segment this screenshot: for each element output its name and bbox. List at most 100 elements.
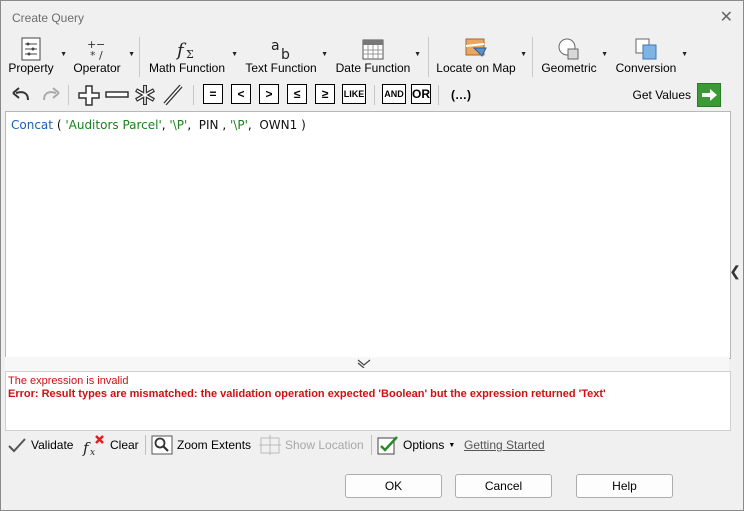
expression-text: Concat ( 'Auditors Parcel', '\P', PIN , …: [11, 118, 306, 132]
divide-button[interactable]: [160, 84, 186, 106]
svg-text:x: x: [90, 448, 95, 456]
operator-button[interactable]: + − * / Operator ▼: [69, 33, 135, 79]
text-function-icon: ab: [271, 38, 290, 62]
validation-error: Error: Result types are mismatched: the …: [8, 388, 606, 400]
validate-button[interactable]: Validate: [7, 433, 73, 457]
chevron-down-icon[interactable]: ▼: [231, 51, 238, 58]
property-list-icon: [21, 37, 41, 61]
parentheses-button[interactable]: (…): [447, 84, 475, 106]
svg-text:Σ: Σ: [186, 48, 194, 61]
options-button[interactable]: Options ▼: [377, 433, 455, 457]
and-button[interactable]: AND: [382, 84, 406, 104]
plus-button[interactable]: [76, 84, 102, 106]
conversion-icon: [635, 38, 657, 60]
chevron-down-icon[interactable]: ▼: [520, 51, 527, 58]
like-button[interactable]: LIKE: [342, 84, 366, 104]
slash-icon: [163, 84, 183, 106]
geometric-icon: [558, 38, 579, 60]
expression-paren: (: [56, 118, 62, 132]
clear-button[interactable]: fx Clear: [82, 433, 139, 457]
text-function-label: Text Function: [245, 61, 317, 75]
toolbar-divider: [193, 85, 194, 105]
math-function-icon: fΣ: [175, 40, 194, 61]
zoom-icon: [151, 435, 173, 455]
panel-splitter[interactable]: [5, 357, 729, 371]
greater-than-button[interactable]: >: [259, 84, 279, 104]
chevron-down-icon[interactable]: ▼: [128, 51, 135, 58]
expression-field-arg: OWN1: [259, 118, 298, 132]
equals-button[interactable]: =: [203, 84, 223, 104]
arrow-right-icon: [697, 83, 721, 107]
help-button[interactable]: Help: [576, 474, 673, 498]
less-equal-button[interactable]: ≤: [287, 84, 307, 104]
chevron-down-icon: ▼: [448, 441, 456, 449]
toolbar-divider: [371, 435, 372, 455]
bottom-toolbar: Validate fx Clear Zoom Extents Show Loca…: [1, 431, 743, 459]
clear-label: Clear: [110, 438, 139, 452]
validation-status: The expression is invalid: [8, 375, 129, 387]
ribbon-divider: [139, 37, 140, 77]
text-function-button[interactable]: ab Text Function ▼: [244, 33, 328, 79]
toolbar-divider: [68, 85, 69, 105]
expression-editor[interactable]: Concat ( 'Auditors Parcel', '\P', PIN , …: [5, 111, 731, 359]
close-icon[interactable]: ✕: [720, 7, 733, 27]
show-location-button[interactable]: Show Location: [259, 433, 364, 457]
date-function-button[interactable]: Date Function ▼: [335, 33, 421, 79]
getting-started-link[interactable]: Getting Started: [464, 433, 545, 457]
expand-side-panel-icon[interactable]: ❮: [729, 263, 741, 280]
chevron-down-icon[interactable]: ▼: [601, 51, 608, 58]
dialog-button-row: OK Cancel Help: [1, 459, 743, 509]
options-check-icon: [377, 436, 398, 455]
title-bar: Create Query ✕: [1, 1, 743, 33]
expression-field-arg: PIN: [198, 118, 219, 132]
chevron-down-icon[interactable]: ▼: [414, 51, 421, 58]
expression-paren: ): [301, 118, 306, 132]
geometric-button[interactable]: Geometric ▼: [540, 33, 608, 79]
ribbon-divider: [532, 37, 533, 77]
dialog-title: Create Query: [12, 11, 85, 25]
toolbar-divider: [374, 85, 375, 105]
greater-equal-button[interactable]: ≥: [315, 84, 335, 104]
multiply-button[interactable]: [132, 84, 158, 106]
locate-on-map-label: Locate on Map: [436, 61, 516, 75]
date-function-label: Date Function: [335, 61, 411, 75]
locate-on-map-button[interactable]: Locate on Map ▼: [435, 33, 527, 79]
conversion-button[interactable]: Conversion ▼: [614, 33, 688, 79]
chevron-down-icon[interactable]: ▼: [321, 51, 328, 58]
expression-function: Concat: [11, 118, 53, 132]
minus-icon: [105, 91, 129, 98]
or-button[interactable]: OR: [411, 84, 431, 104]
toolbar-divider: [438, 85, 439, 105]
expression-string-arg: '\P': [169, 118, 188, 132]
property-button[interactable]: Property ▼: [5, 33, 67, 79]
expression-string-arg: 'Auditors Parcel': [65, 118, 162, 132]
calendar-icon: [362, 39, 384, 60]
chevron-down-icon[interactable]: ▼: [681, 51, 688, 58]
property-label: Property: [8, 61, 54, 75]
checkmark-icon: [8, 438, 26, 453]
cancel-button[interactable]: Cancel: [455, 474, 552, 498]
chevron-down-icon[interactable]: ▼: [60, 51, 67, 58]
expression-string-arg: '\P': [229, 118, 248, 132]
redo-button[interactable]: [39, 84, 63, 106]
ok-button[interactable]: OK: [345, 474, 442, 498]
geometric-label: Geometric: [541, 61, 597, 75]
get-values-button[interactable]: Get Values: [633, 83, 721, 107]
operator-label: Operator: [73, 61, 121, 75]
chevron-down-icon[interactable]: [357, 358, 371, 368]
function-ribbon: Property ▼ + − * / Operator ▼ fΣ Math Funct…: [1, 33, 743, 81]
operator-icon: + −* /: [87, 38, 105, 62]
less-than-button[interactable]: <: [231, 84, 251, 104]
zoom-extents-label: Zoom Extents: [177, 438, 252, 452]
math-function-button[interactable]: fΣ Math Function ▼: [146, 33, 238, 79]
operator-toolbar: = < > ≤ ≥ LIKE AND OR (…) Get Values: [1, 81, 743, 109]
svg-text:b: b: [281, 47, 290, 62]
svg-text:a: a: [271, 38, 280, 54]
plus-icon: [78, 85, 100, 106]
minus-button[interactable]: [104, 84, 130, 106]
asterisk-icon: [135, 85, 155, 105]
conversion-label: Conversion: [615, 61, 677, 75]
undo-button[interactable]: [9, 84, 33, 106]
zoom-extents-button[interactable]: Zoom Extents: [151, 433, 251, 457]
toolbar-divider: [145, 435, 146, 455]
